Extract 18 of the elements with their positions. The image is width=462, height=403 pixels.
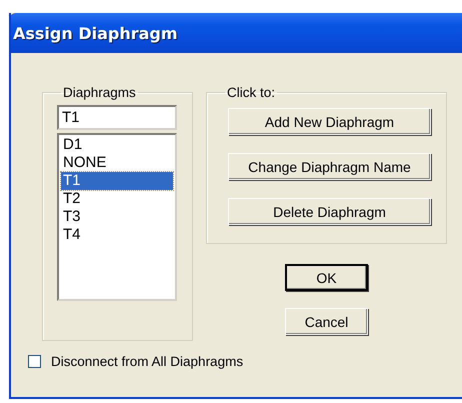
window-title: Assign Diaphragm (13, 24, 178, 42)
list-item[interactable]: D1 (61, 136, 173, 154)
list-item[interactable]: T2 (61, 190, 173, 208)
cancel-button[interactable]: Cancel (285, 308, 368, 335)
list-item[interactable]: T4 (61, 226, 173, 244)
checkbox[interactable] (28, 355, 41, 368)
action-button[interactable]: Change Diaphragm Name (228, 153, 431, 180)
ok-button[interactable]: OK (285, 264, 368, 291)
checkbox-label: Disconnect from All Diaphragms (51, 354, 244, 369)
list-item[interactable]: T1 (61, 172, 173, 190)
diaphragm-list[interactable]: D1 NONE T1 T2 T3 T4 (57, 133, 177, 301)
name-field[interactable]: T1 (57, 105, 177, 130)
action-button[interactable]: Delete Diaphragm (228, 198, 431, 225)
group-label: Click to: (226, 85, 276, 100)
list-item[interactable]: T3 (61, 208, 173, 226)
group-label: Diaphragms (62, 85, 137, 100)
action-button[interactable]: Add New Diaphragm (228, 108, 431, 135)
list-item[interactable]: NONE (61, 154, 173, 172)
